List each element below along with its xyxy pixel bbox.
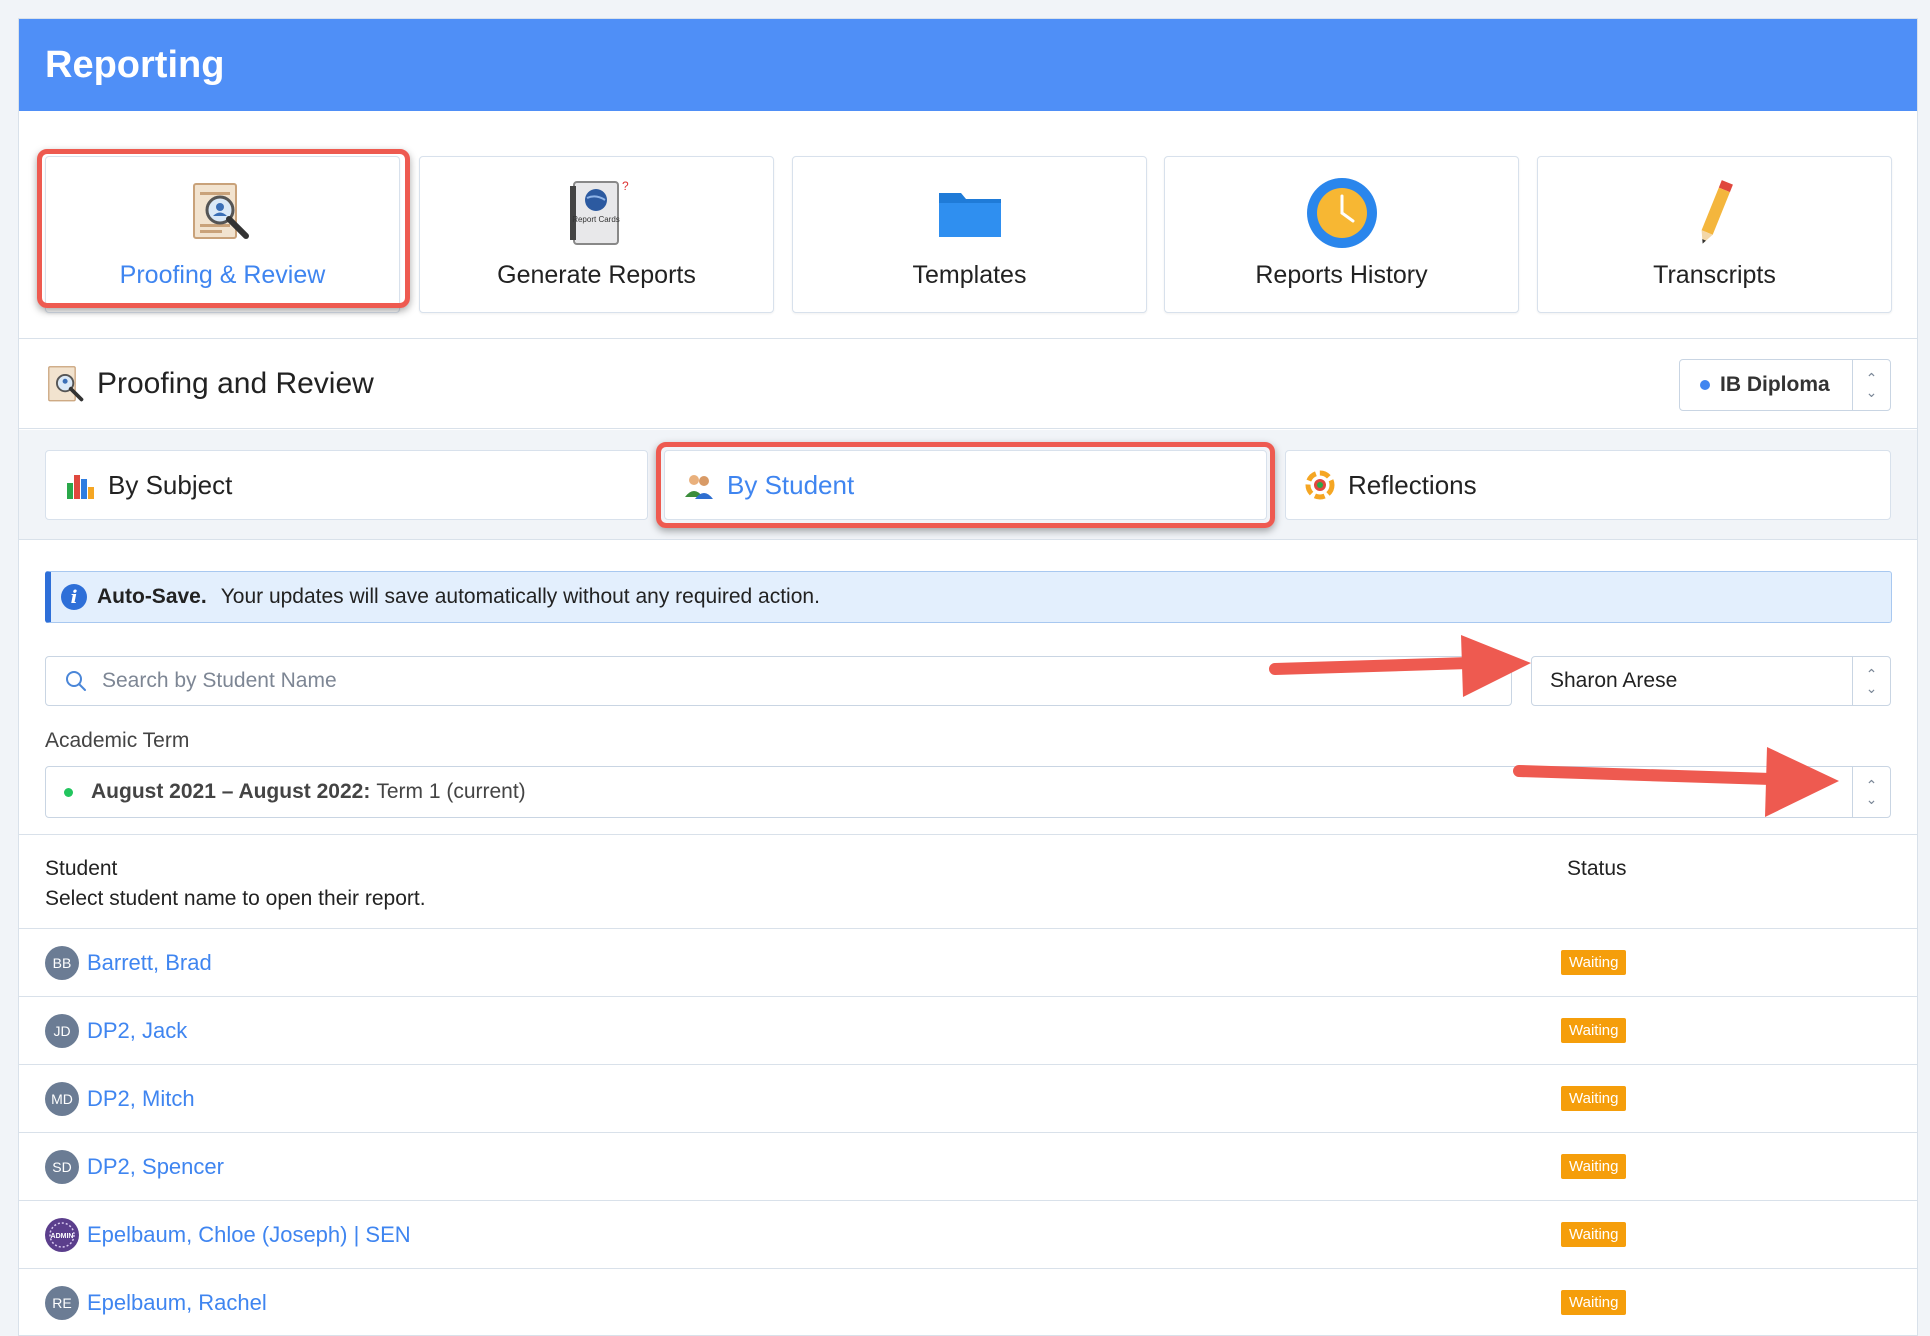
status-column-header: Status <box>1567 857 1627 880</box>
tile-proofing-review[interactable]: Proofing & Review <box>45 156 400 313</box>
search-field[interactable]: Search by Student Name <box>45 656 1512 706</box>
student-name-link[interactable]: DP2, Spencer <box>87 1154 224 1180</box>
view-tabs: By Subject By Student Reflections <box>19 430 1917 540</box>
info-icon: i <box>61 584 87 610</box>
student-column-hint: Select student name to open their report… <box>45 887 426 910</box>
proofing-magnifier-icon <box>45 363 89 412</box>
tile-templates[interactable]: Templates <box>792 156 1147 313</box>
table-row: RE Epelbaum, Rachel Waiting <box>19 1269 1917 1335</box>
svg-text:ADMIN: ADMIN <box>51 1233 74 1240</box>
tile-label: Generate Reports <box>497 261 696 289</box>
table-header: Student Select student name to open thei… <box>19 834 1917 929</box>
section-header: Proofing and Review IB Diploma ⌃ ⌄ <box>19 339 1917 429</box>
academic-term-label: Academic Term <box>45 729 190 752</box>
table-row: MD DP2, Mitch Waiting <box>19 1065 1917 1133</box>
table-row: SD DP2, Spencer Waiting <box>19 1133 1917 1201</box>
status-badge: Waiting <box>1561 1018 1627 1043</box>
tile-label: Reports History <box>1255 261 1428 289</box>
avatar: BB <box>45 945 79 980</box>
tile-transcripts[interactable]: Transcripts <box>1537 156 1892 313</box>
reporting-panel: Reporting Proofing & Review Report Cards… <box>18 18 1918 1336</box>
table-row: BB Barrett, Brad Waiting <box>19 929 1917 997</box>
tab-label: By Student <box>727 469 855 500</box>
term-year: August 2021 – August 2022: <box>91 780 371 803</box>
tab-label: Reflections <box>1348 469 1477 500</box>
tab-by-student[interactable]: By Student <box>664 450 1267 520</box>
avatar: MD <box>45 1081 79 1116</box>
term-dot <box>64 787 73 797</box>
tile-generate-reports[interactable]: Report Cards ? Generate Reports <box>419 156 774 313</box>
tile-label: Templates <box>912 261 1027 289</box>
tab-reflections[interactable]: Reflections <box>1285 450 1891 520</box>
table-row: JD DP2, Jack Waiting <box>19 997 1917 1065</box>
report-cards-book-icon: Report Cards ? <box>562 175 632 251</box>
reporting-nav: Proofing & Review Report Cards ? Generat… <box>19 111 1917 339</box>
chevron-updown-icon: ⌃ ⌄ <box>1852 360 1890 410</box>
avatar: RE <box>45 1285 79 1320</box>
program-dot <box>1700 380 1710 390</box>
status-badge: Waiting <box>1561 1086 1627 1111</box>
status-badge: Waiting <box>1561 950 1627 975</box>
clock-icon <box>1305 175 1379 251</box>
alert-title: Auto-Save. <box>97 585 207 608</box>
tab-label: By Subject <box>108 469 233 500</box>
admin-stamp-avatar: ADMIN <box>45 1217 79 1252</box>
svg-text:?: ? <box>622 179 629 193</box>
search-icon <box>64 669 88 693</box>
status-badge: Waiting <box>1561 1154 1627 1179</box>
tile-label: Transcripts <box>1653 261 1776 289</box>
student-column-header: Student <box>45 857 118 880</box>
teacher-value: Sharon Arese <box>1550 669 1678 692</box>
proofing-magnifier-icon <box>188 175 258 251</box>
student-name-link[interactable]: DP2, Jack <box>87 1018 187 1044</box>
search-placeholder: Search by Student Name <box>102 669 337 692</box>
autosave-alert: i Auto-Save. Your updates will save auto… <box>45 571 1892 623</box>
section-title: Proofing and Review <box>97 367 374 400</box>
academic-term-select[interactable]: August 2021 – August 2022: Term 1 (curre… <box>45 766 1891 818</box>
page-title: Reporting <box>45 43 225 86</box>
tile-label: Proofing & Review <box>119 261 326 289</box>
student-name-link[interactable]: DP2, Mitch <box>87 1086 195 1112</box>
alert-message: Your updates will save automatically wit… <box>220 585 820 608</box>
reflections-gear-icon <box>1304 469 1336 501</box>
program-select[interactable]: IB Diploma ⌃ ⌄ <box>1679 359 1891 411</box>
table-row: ADMIN Epelbaum, Chloe (Joseph) | SEN Wai… <box>19 1201 1917 1269</box>
chevron-updown-icon: ⌃ ⌄ <box>1852 767 1890 817</box>
folder-icon <box>935 175 1005 251</box>
student-name-link[interactable]: Epelbaum, Rachel <box>87 1290 267 1316</box>
students-icon <box>683 469 715 501</box>
term-name: Term 1 (current) <box>376 780 526 803</box>
student-name-link[interactable]: Barrett, Brad <box>87 950 212 976</box>
status-badge: Waiting <box>1561 1222 1627 1247</box>
bar-chart-icon <box>64 469 96 501</box>
status-badge: Waiting <box>1561 1290 1627 1315</box>
page-header: Reporting <box>19 19 1917 111</box>
svg-text:Report Cards: Report Cards <box>572 215 620 224</box>
tile-reports-history[interactable]: Reports History <box>1164 156 1519 313</box>
student-name-link[interactable]: Epelbaum, Chloe (Joseph) | SEN <box>87 1222 411 1248</box>
program-value: IB Diploma <box>1720 373 1830 396</box>
chevron-updown-icon: ⌃ ⌄ <box>1852 657 1890 705</box>
teacher-select[interactable]: Sharon Arese ⌃ ⌄ <box>1531 656 1891 706</box>
avatar: JD <box>45 1013 79 1048</box>
tab-by-subject[interactable]: By Subject <box>45 450 648 520</box>
pencil-icon <box>1690 175 1740 251</box>
avatar: SD <box>45 1149 79 1184</box>
